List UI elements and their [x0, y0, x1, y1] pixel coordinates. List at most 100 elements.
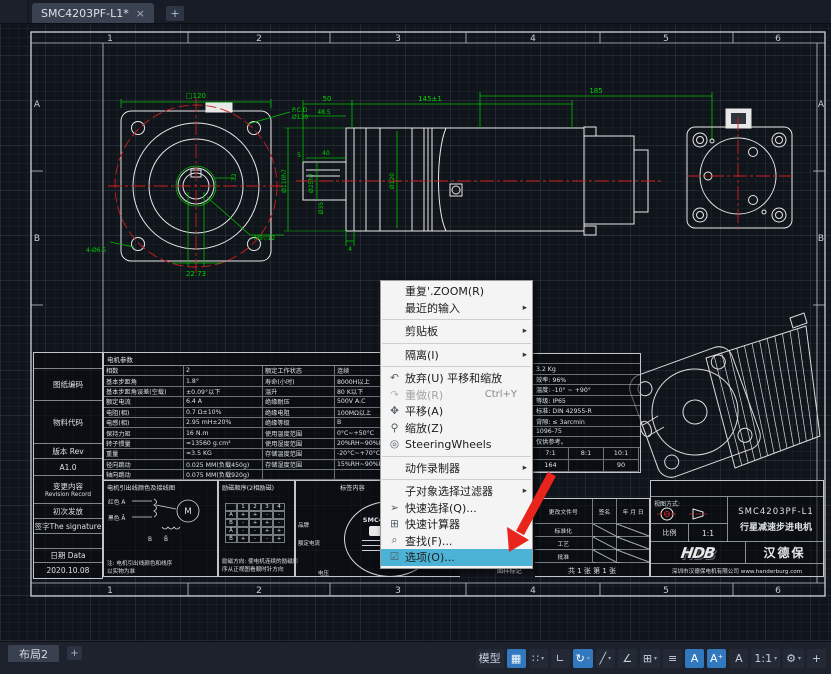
menu-item-label: 快速选择(Q)... — [405, 500, 477, 516]
gear-table-row: 1096-75 — [533, 427, 640, 437]
dim-label: 4 — [348, 246, 352, 253]
menu-item-undo-pan-zoom[interactable]: ↶放弃(U) 平移和缩放 — [381, 370, 532, 387]
zone-number-top: 2 — [256, 34, 262, 44]
zone-number-top: 6 — [775, 34, 781, 44]
menu-item-label: 查找(F)... — [405, 533, 452, 549]
left-block-sublabel: Revision Record — [45, 492, 91, 498]
submenu-arrow-icon: ▸ — [523, 350, 527, 360]
excitation-cell: + — [273, 535, 285, 543]
menu-item-isolate[interactable]: 隔离(I)▸ — [381, 347, 532, 364]
title-block-model: SMC4203PF-L1 — [738, 507, 814, 517]
menu-item-zoom[interactable]: ⚲缩放(Z) — [381, 420, 532, 437]
dim-label: □120 — [186, 92, 206, 100]
menu-item-repeat-zoom[interactable]: 重复'.ZOOM(R) — [381, 283, 532, 300]
menu-item-redo[interactable]: ↷重做(R)Ctrl+Y — [381, 387, 532, 404]
dim-label: M5▽12 — [254, 235, 275, 242]
dim-label: Ø25h7 — [308, 173, 315, 193]
ortho-toggle[interactable]: ∟ — [551, 649, 570, 668]
object-snap-tracking-toggle[interactable]: ∠ — [618, 649, 637, 668]
zone-letter-right: B — [818, 234, 824, 244]
param-table-cell: ≈13560 g.cm² — [184, 439, 263, 449]
excitation-cell: + — [261, 519, 273, 527]
param-table-cell — [263, 470, 335, 480]
tab-close-icon[interactable]: × — [136, 7, 145, 20]
zone-letter-right: A — [818, 100, 825, 110]
file-tab-active[interactable]: SMC4203PF-L1* × — [32, 3, 154, 23]
dropdown-caret-icon[interactable]: ▾ — [608, 655, 611, 662]
dropdown-caret-icon[interactable]: ▾ — [541, 655, 544, 662]
workspace-switching-button[interactable]: ⚙▾ — [783, 649, 804, 668]
dropdown-caret-icon[interactable]: ▾ — [774, 655, 777, 662]
excitation-header-cell: 4 — [273, 503, 285, 511]
add-layout-button[interactable]: + — [67, 646, 82, 660]
new-tab-button[interactable]: + — [166, 6, 184, 21]
zone-number-top: 5 — [663, 34, 669, 44]
annotation-scale-button-icon: A — [735, 652, 743, 665]
menu-shortcut: Ctrl+Y — [485, 389, 527, 400]
annotation-scale-button[interactable]: A — [729, 649, 748, 668]
status-button-label: 模型 — [479, 650, 501, 666]
cad-application-window: SMC4203PF-L1* × + — [0, 0, 831, 674]
isometric-view — [626, 313, 820, 481]
calculator-icon: ⊞ — [384, 518, 405, 530]
menu-item-recent-input[interactable]: 最近的输入▸ — [381, 300, 532, 317]
object-snap-tracking-toggle-icon: ∠ — [622, 652, 632, 665]
menu-item-steeringwheels[interactable]: ◎SteeringWheels — [381, 436, 532, 453]
param-table-cell: ≈3.5 KG — [184, 449, 263, 459]
param-table-cell: 重量 — [104, 449, 184, 459]
menu-item-label: 动作录制器 — [405, 460, 460, 476]
iso-fin-line — [722, 353, 749, 463]
tab-bar-left-spacer — [0, 0, 28, 23]
gear-table-row: 等级: IP65 — [533, 396, 640, 406]
param-table-cell: 转子惯量 — [104, 439, 184, 449]
param-table-cell: 0.7 Ω±10% — [184, 408, 263, 418]
lineweight-toggle[interactable]: ≡ — [663, 649, 682, 668]
motor-parameter-table: 电机参数相数2额定工作状态连续基本步距角1.8°寿命(小时)8000H以上基本步… — [103, 352, 421, 481]
model-space-button[interactable]: 模型 — [476, 649, 504, 668]
empty-cell — [617, 550, 649, 563]
menu-item-label: 子对象选择过滤器 — [405, 483, 493, 499]
layout-tab[interactable]: 布局2 — [8, 645, 59, 662]
annotation-visibility-toggle[interactable]: A — [685, 649, 704, 668]
param-table-cell: 1.8° — [184, 376, 263, 386]
quickselect-icon: ➢ — [384, 502, 405, 514]
dropdown-caret-icon[interactable]: ▾ — [798, 655, 801, 662]
annotation-visibility-toggle-icon: A — [691, 652, 699, 665]
dynamic-input-toggle[interactable]: ⊞▾ — [640, 649, 660, 668]
left-block-label: 版本 Rev — [52, 446, 83, 457]
menu-item-clipboard[interactable]: 剪贴板▸ — [381, 323, 532, 340]
dim-label: 32 — [231, 173, 238, 181]
dim-label: 5 — [297, 152, 301, 159]
param-table-cell: 电阻(相) — [104, 408, 184, 418]
dropdown-caret-icon[interactable]: ▾ — [654, 655, 657, 662]
dim-label: 40 — [322, 150, 330, 157]
dropdown-caret-icon[interactable]: ▾ — [587, 655, 590, 662]
excitation-header-cell — [225, 503, 237, 511]
iso-fin-line — [790, 331, 806, 441]
wiring-note-2: 以实物为准 — [107, 567, 135, 575]
label-leader-brand: 品牌 — [298, 521, 309, 529]
menu-item-pan[interactable]: ✥平移(A) — [381, 403, 532, 420]
submenu-arrow-icon: ▸ — [523, 303, 527, 313]
polar-tracking-toggle[interactable]: ↻▾ — [573, 649, 593, 668]
annotation-autoscale-toggle[interactable]: A⁺ — [707, 649, 726, 668]
zone-number-bottom: 2 — [256, 586, 262, 596]
left-block-row: 图纸编码 — [34, 369, 102, 401]
file-tab-bar: SMC4203PF-L1* × + — [0, 0, 831, 24]
menu-separator — [382, 366, 531, 367]
empty-cell — [593, 537, 618, 550]
iso-fin-line — [729, 351, 755, 461]
snap-toggle[interactable]: ∷▾ — [529, 649, 548, 668]
isodraft-toggle[interactable]: ╱▾ — [596, 649, 615, 668]
grid-toggle[interactable]: ▦ — [507, 649, 526, 668]
dynamic-input-toggle-icon: ⊞ — [643, 652, 652, 665]
menu-item-label: 剪贴板 — [405, 323, 438, 339]
annotation-scale-value[interactable]: 1:1▾ — [751, 649, 780, 668]
gear-table-row: 背隙: ≤ 3arcmin — [533, 416, 640, 426]
title-block-main: 视图方式: 比例 1:1 SMC4203PF-L1 — [650, 480, 824, 577]
empty-cell — [617, 524, 649, 537]
customization-button[interactable]: + — [807, 649, 826, 668]
menu-item-label: 快速计算器 — [405, 516, 460, 532]
left-block-label: 日期 Data — [50, 550, 85, 561]
zone-number-top: 4 — [530, 34, 536, 44]
